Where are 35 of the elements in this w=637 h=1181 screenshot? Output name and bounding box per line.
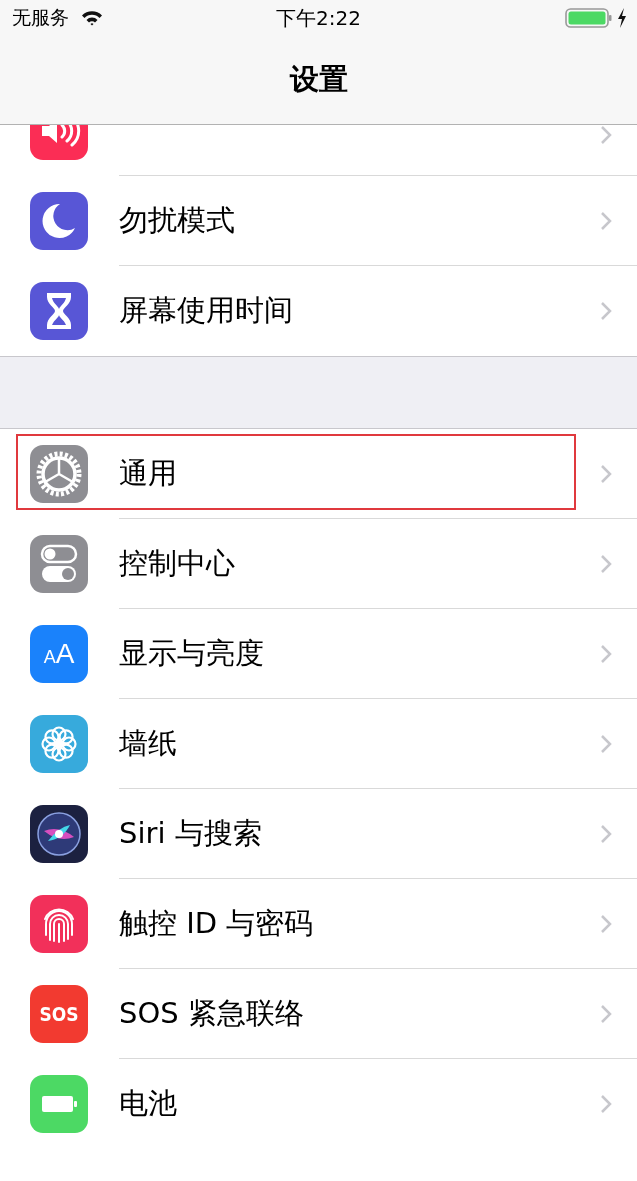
screen-title: 设置 bbox=[289, 61, 348, 98]
chevron-icon bbox=[600, 553, 612, 574]
setting-label[interactable]: Siri 与搜索 bbox=[119, 813, 262, 854]
setting-label[interactable]: 墙纸 bbox=[119, 723, 177, 764]
settings-icon bbox=[30, 445, 88, 503]
setting-label[interactable]: 屏幕使用时间 bbox=[119, 291, 293, 331]
chevron-icon bbox=[600, 913, 612, 934]
moon-icon bbox=[30, 192, 88, 250]
wifi-icon bbox=[81, 10, 103, 26]
sos-icon: SOS bbox=[30, 985, 88, 1043]
setting-label[interactable]: 通用 bbox=[119, 453, 177, 494]
setting-label[interactable]: SOS 紧急联络 bbox=[119, 993, 304, 1034]
battery-status-icon bbox=[565, 7, 613, 29]
flower-icon bbox=[30, 715, 88, 773]
chevron-icon bbox=[600, 823, 612, 844]
setting-label[interactable]: 显示与亮度 bbox=[119, 633, 264, 674]
setting-label[interactable]: 控制中心 bbox=[119, 543, 235, 584]
orb-icon bbox=[30, 805, 88, 863]
status-time: 下午2:22 bbox=[276, 4, 361, 32]
chevron-icon bbox=[600, 643, 612, 664]
setting-label[interactable]: 电池 bbox=[119, 1084, 177, 1124]
text-size-icon: AA bbox=[30, 625, 88, 683]
chevron-icon bbox=[600, 1094, 612, 1114]
chevron-icon bbox=[600, 463, 612, 484]
setting-label[interactable]: 触控 ID 与密码 bbox=[119, 903, 314, 944]
chevron-icon bbox=[600, 733, 612, 754]
carrier-label: 无服务 bbox=[12, 5, 69, 30]
chevron-icon bbox=[600, 301, 612, 321]
battery-icon bbox=[30, 1075, 88, 1133]
chevron-icon bbox=[600, 1003, 612, 1024]
fingerprint-icon bbox=[30, 895, 88, 953]
toggles-icon bbox=[30, 535, 88, 593]
hourglass-icon bbox=[30, 282, 88, 340]
setting-label[interactable]: 勿扰模式 bbox=[119, 200, 235, 241]
chevron-icon bbox=[600, 210, 612, 231]
